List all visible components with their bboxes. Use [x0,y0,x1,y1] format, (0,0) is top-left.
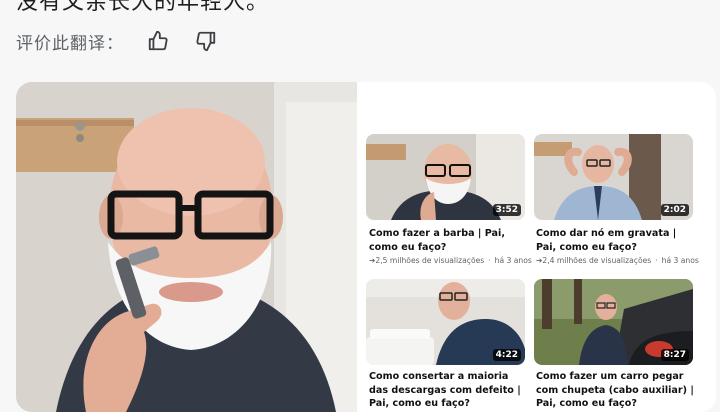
video-thumbnail[interactable]: 3:52 [366,134,525,220]
video-views: 2,5 milhões de visualizações [375,256,485,265]
meta-separator: · [488,256,491,265]
video-thumbnail[interactable]: 4:22 [366,279,525,365]
video-views: 2,4 milhões de visualizações [542,256,652,265]
rate-translation-row: 评价此翻译： [16,28,220,54]
video-title[interactable]: Como consertar a maioria das descargas c… [369,370,529,411]
video-thumbnail[interactable]: 8:27 [534,279,693,365]
video-meta: ➔ 2,5 milhões de visualizações · há 3 an… [369,256,534,265]
translated-text-line: 没有父亲长大的年轻人。 [16,0,270,15]
hero-video-image[interactable] [16,82,357,412]
video-title[interactable]: Como fazer um carro pegar com chupeta (c… [536,370,696,411]
thumbs-up-icon [148,30,168,51]
meta-separator: · [655,256,658,265]
video-duration: 2:02 [660,204,689,216]
thumbs-up-button[interactable] [144,27,172,55]
video-title[interactable]: Como dar nó em gravata | Pai, como eu fa… [536,227,696,254]
rate-translation-label: 评价此翻译： [16,33,124,54]
video-duration: 3:52 [492,204,521,216]
thumbs-down-button[interactable] [192,27,220,55]
video-age: há 3 anos [661,256,699,265]
video-age: há 3 anos [494,256,532,265]
video-duration: 4:22 [492,349,521,361]
video-results-card: 3:52 Como fazer a barba | Pai, como eu f… [16,82,716,412]
video-duration: 8:27 [660,349,689,361]
video-thumbnail[interactable]: 2:02 [534,134,693,220]
video-meta: ➔ 2,4 milhões de visualizações · há 3 an… [536,256,701,265]
man-shaving-illustration [16,82,357,412]
video-title[interactable]: Como fazer a barba | Pai, como eu faço? [369,227,529,254]
thumbs-down-icon [196,31,216,52]
